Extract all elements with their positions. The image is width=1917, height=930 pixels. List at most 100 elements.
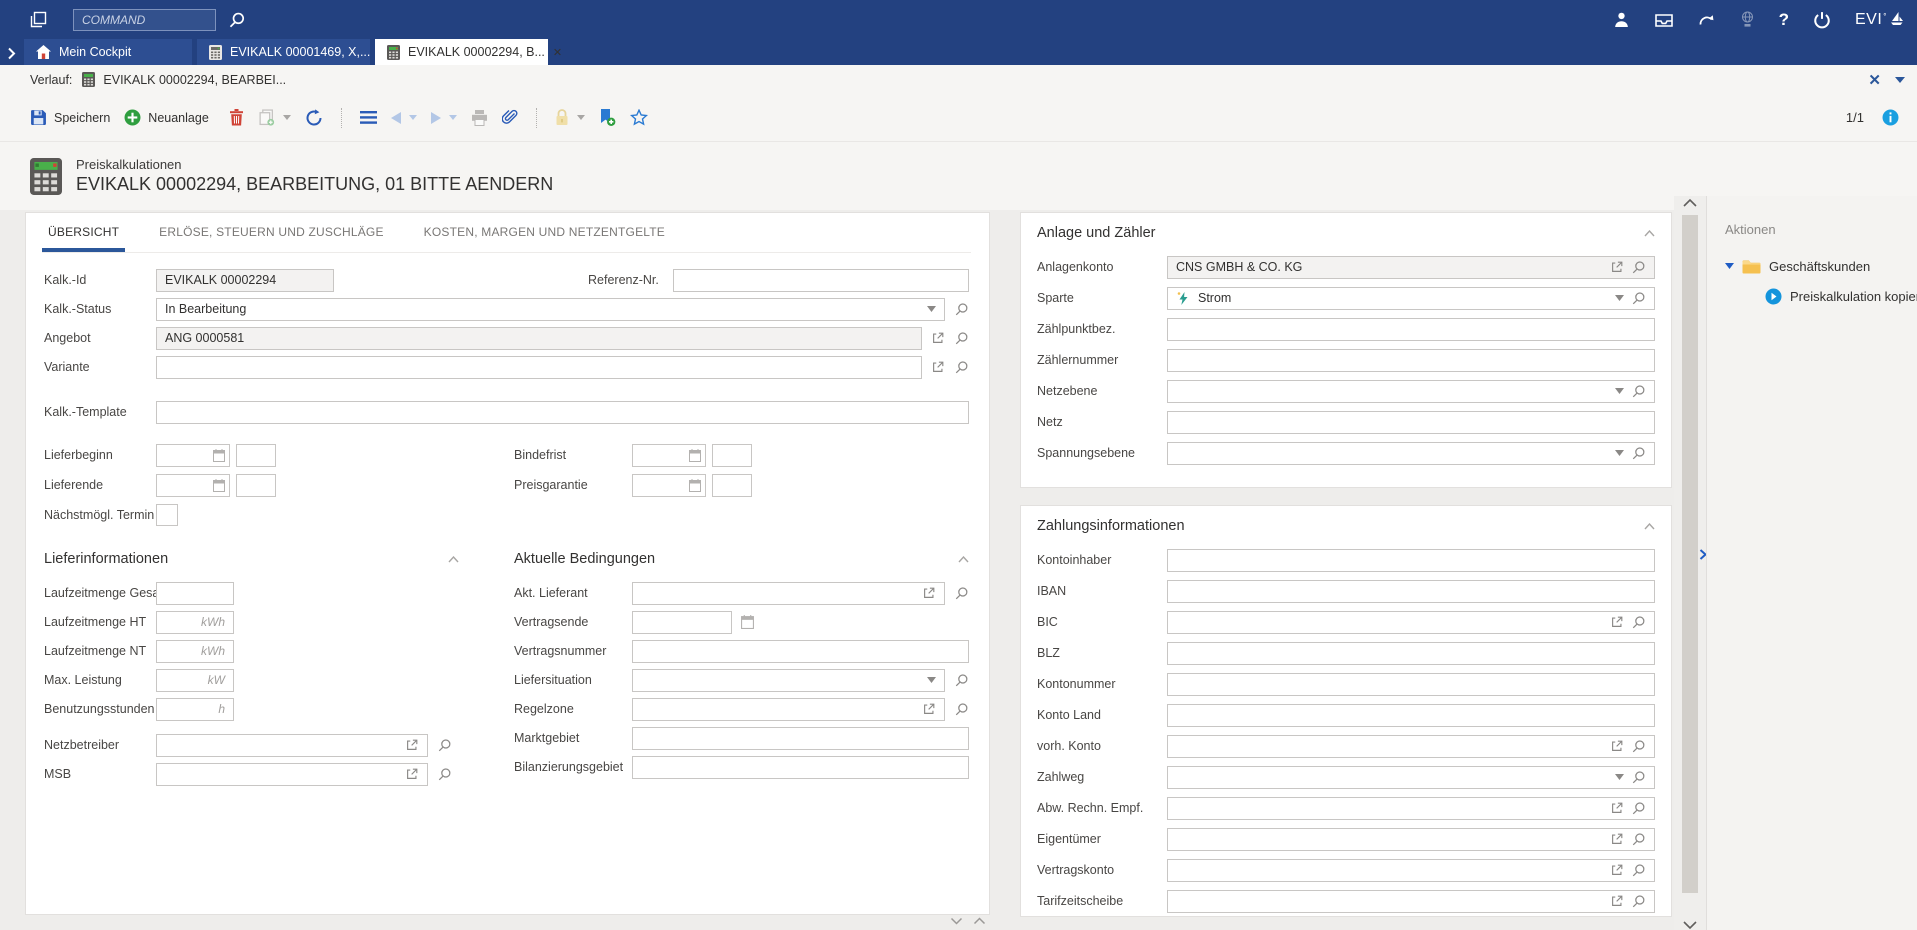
calendar-icon[interactable]	[213, 449, 225, 462]
open-record-icon[interactable]	[1610, 894, 1624, 908]
netzebene-input[interactable]	[1167, 380, 1655, 403]
regelzone-input[interactable]	[632, 698, 945, 721]
lieferende-date-input[interactable]	[156, 474, 230, 497]
vertragskonto-input[interactable]	[1167, 859, 1655, 882]
open-record-icon[interactable]	[931, 360, 945, 374]
menu-icon[interactable]	[360, 111, 377, 124]
user-icon[interactable]	[1613, 11, 1630, 28]
search-icon[interactable]	[954, 331, 969, 346]
naechstmoegl-termin-checkbox[interactable]	[156, 504, 178, 526]
help-icon[interactable]: ?	[1779, 10, 1789, 30]
search-icon[interactable]	[1631, 291, 1646, 306]
open-record-icon[interactable]	[922, 702, 936, 716]
calendar-icon[interactable]	[689, 479, 701, 492]
laufzeitmenge-ht-input[interactable]: kWh	[156, 611, 234, 634]
open-record-icon[interactable]	[922, 586, 936, 600]
command-input[interactable]	[73, 9, 216, 31]
globe-icon[interactable]	[1740, 11, 1755, 28]
lieferende-time-input[interactable]	[236, 474, 276, 497]
tab-kosten-margen-netzentgelte[interactable]: KOSTEN, MARGEN UND NETZENTGELTE	[418, 213, 671, 252]
zählpunktbez-input[interactable]	[1167, 318, 1655, 341]
action-preiskalkulation-kopieren[interactable]: Preiskalkulation kopieren	[1765, 284, 1907, 308]
msb-input[interactable]	[156, 763, 428, 786]
zahlweg-input[interactable]	[1167, 766, 1655, 789]
lieferbeginn-date-input[interactable]	[156, 444, 230, 467]
preisgarantie-date-input[interactable]	[632, 474, 706, 497]
open-record-icon[interactable]	[931, 331, 945, 345]
attachment-icon[interactable]	[502, 109, 518, 126]
open-record-icon[interactable]	[405, 738, 419, 752]
search-icon[interactable]	[954, 302, 969, 317]
scroll-down-icon[interactable]	[950, 917, 963, 925]
laufzeitmenge-gesamt-input[interactable]	[156, 582, 234, 605]
open-record-icon[interactable]	[1610, 615, 1624, 629]
search-icon[interactable]	[1631, 894, 1646, 909]
kontonummer-input[interactable]	[1167, 673, 1655, 696]
search-icon[interactable]	[1631, 446, 1646, 461]
open-record-icon[interactable]	[405, 767, 419, 781]
search-icon[interactable]	[1631, 801, 1646, 816]
open-record-icon[interactable]	[1610, 801, 1624, 815]
search-icon[interactable]	[1631, 770, 1646, 785]
zählernummer-input[interactable]	[1167, 349, 1655, 372]
lieferbeginn-time-input[interactable]	[236, 444, 276, 467]
blz-input[interactable]	[1167, 642, 1655, 665]
collapse-section-icon[interactable]	[448, 556, 459, 563]
search-icon[interactable]	[1631, 739, 1646, 754]
marktgebiet-input[interactable]	[632, 727, 969, 750]
copy-dropdown-icon[interactable]	[283, 115, 291, 120]
bilanzierungsgebiet-input[interactable]	[632, 756, 969, 779]
search-icon[interactable]	[954, 702, 969, 717]
konto-land-input[interactable]	[1167, 704, 1655, 727]
history-dropdown-icon[interactable]	[1895, 77, 1905, 83]
search-icon[interactable]	[1631, 260, 1646, 275]
scroll-up-icon[interactable]	[1682, 198, 1698, 208]
collapse-section-icon[interactable]	[1644, 230, 1655, 237]
open-record-icon[interactable]	[1610, 832, 1624, 846]
netzbetreiber-input[interactable]	[156, 734, 428, 757]
copy-record-icon[interactable]	[258, 109, 275, 126]
tab-close-icon[interactable]: ✕	[553, 46, 562, 59]
iban-input[interactable]	[1167, 580, 1655, 603]
caret-down-icon[interactable]	[1615, 295, 1624, 301]
search-icon[interactable]	[1631, 384, 1646, 399]
refresh-icon[interactable]	[305, 109, 323, 127]
search-icon[interactable]	[954, 360, 969, 375]
calendar-icon[interactable]	[741, 615, 754, 629]
anlagenkonto-input[interactable]: CNS GMBH & CO. KG	[1167, 256, 1655, 279]
kalk-status-combo[interactable]: In Bearbeitung	[156, 298, 945, 321]
liefersituation-input[interactable]	[632, 669, 945, 692]
lock-icon[interactable]	[555, 109, 569, 126]
tab-erloese-steuern-zuschlaege[interactable]: ERLÖSE, STEUERN UND ZUSCHLÄGE	[153, 213, 390, 252]
open-record-icon[interactable]	[1610, 260, 1624, 274]
print-icon[interactable]	[471, 110, 488, 126]
tarifzeitscheibe-input[interactable]	[1167, 890, 1655, 913]
scrollbar-thumb[interactable]	[1682, 215, 1698, 893]
search-icon[interactable]	[1631, 832, 1646, 847]
benutzungsstunden-input[interactable]: h	[156, 698, 234, 721]
history-entry[interactable]: EVIKALK 00002294, BEARBEI...	[82, 72, 286, 87]
collapse-section-icon[interactable]	[958, 556, 969, 563]
delete-icon[interactable]	[229, 109, 244, 126]
collapse-section-icon[interactable]	[1644, 523, 1655, 530]
search-icon[interactable]	[954, 586, 969, 601]
tree-caret-icon[interactable]	[1725, 263, 1734, 269]
kontoinhaber-input[interactable]	[1167, 549, 1655, 572]
command-search-icon[interactable]	[228, 11, 246, 29]
tab-evikalk-00002294[interactable]: EVIKALK 00002294, B... ✕	[375, 39, 548, 65]
scroll-up-icon[interactable]	[973, 917, 986, 925]
referenz-nr-input[interactable]	[673, 269, 969, 292]
tab-mein-cockpit[interactable]: Mein Cockpit	[24, 39, 192, 65]
akt-lieferant-input[interactable]	[632, 582, 945, 605]
save-button[interactable]: Speichern	[30, 109, 110, 126]
nav-back-icon[interactable]	[391, 112, 401, 124]
caret-down-icon[interactable]	[1615, 774, 1624, 780]
calendar-icon[interactable]	[213, 479, 225, 492]
info-icon[interactable]	[1882, 109, 1899, 126]
kalk-template-input[interactable]	[156, 401, 969, 424]
nav-forward-dropdown-icon[interactable]	[449, 115, 457, 120]
kalk-id-input[interactable]: EVIKALK 00002294	[156, 269, 334, 292]
angebot-input[interactable]: ANG 0000581	[156, 327, 922, 350]
new-button[interactable]: Neuanlage	[124, 109, 208, 126]
action-group-geschaeftskunden[interactable]: Geschäftskunden	[1725, 254, 1907, 278]
